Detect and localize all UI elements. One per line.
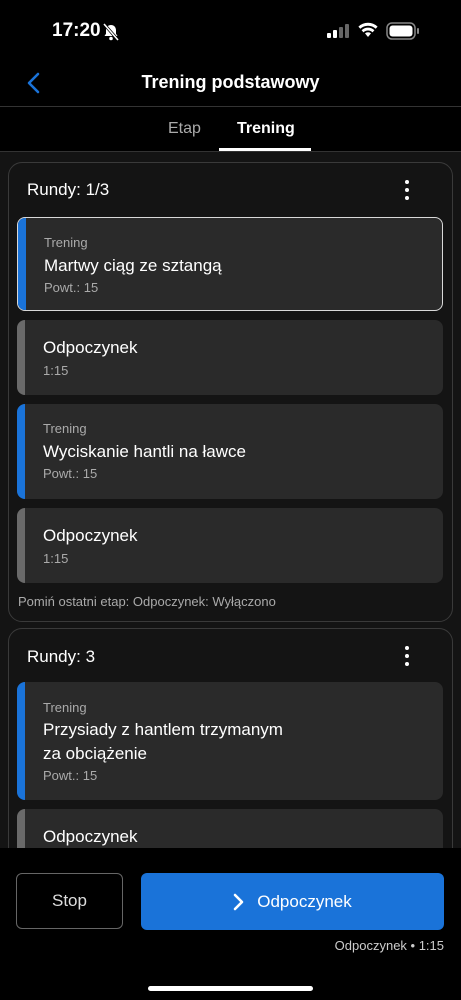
step-type-bar: [17, 508, 25, 583]
bottom-controls: Stop Odpoczynek Odpoczynek • 1:15: [0, 848, 461, 1000]
step-name: Odpoczynek: [43, 526, 138, 545]
step-type-label: Trening: [44, 235, 88, 250]
battery-icon: [386, 22, 419, 40]
step-name-line2: za obciążenie: [43, 744, 147, 763]
active-tab-indicator: [219, 148, 311, 151]
step-card[interactable]: Trening Martwy ciąg ze sztangą Powt.: 15: [17, 217, 443, 311]
step-detail: Powt.: 15: [44, 280, 99, 295]
next-step-button[interactable]: Odpoczynek: [141, 873, 444, 930]
step-type-bar: [17, 682, 25, 800]
step-type-label: Trening: [43, 700, 87, 715]
step-type-label: Trening: [43, 421, 87, 436]
step-type-bar: [17, 809, 25, 848]
next-step-label: Odpoczynek: [257, 891, 352, 911]
step-name: Wyciskanie hantli na ławce: [43, 442, 246, 461]
stop-button[interactable]: Stop: [16, 873, 123, 929]
step-card[interactable]: Trening Przysiady z hantlem trzymanym za…: [17, 682, 443, 800]
step-detail: 1:15: [43, 551, 69, 566]
step-card[interactable]: Odpoczynek 1:15: [17, 508, 443, 583]
status-time: 17:20: [52, 20, 101, 41]
step-name-line1: Przysiady z hantlem trzymanym: [43, 720, 283, 739]
tab-bar: Etap Trening: [0, 107, 461, 152]
tab-etap[interactable]: Etap: [168, 120, 201, 138]
skip-last-step-note: Pomiń ostatni etap: Odpoczynek: Wyłączon…: [18, 594, 276, 609]
next-step-info: Odpoczynek • 1:15: [334, 938, 444, 953]
step-type-bar: [18, 218, 26, 310]
home-indicator: [148, 986, 313, 991]
step-name: Odpoczynek: [43, 827, 138, 846]
more-options-icon[interactable]: [397, 645, 417, 667]
step-card[interactable]: Odpoczynek: [17, 809, 443, 848]
step-detail: Powt.: 15: [43, 768, 98, 783]
step-name: Martwy ciąg ze sztangą: [44, 256, 222, 275]
step-detail: Powt.: 15: [43, 466, 98, 481]
step-detail: 1:15: [43, 363, 69, 378]
page-title: Trening podstawowy: [141, 72, 320, 92]
block-title: Rundy: 3: [27, 647, 96, 666]
signal-icon: [327, 24, 349, 38]
step-card[interactable]: Odpoczynek 1:15: [17, 320, 443, 395]
more-options-icon[interactable]: [397, 179, 417, 201]
step-name: Odpoczynek: [43, 338, 138, 357]
step-card[interactable]: Trening Wyciskanie hantli na ławce Powt.…: [17, 404, 443, 499]
tab-trening[interactable]: Trening: [237, 120, 295, 138]
step-type-bar: [17, 404, 25, 499]
navigation-bar: Trening podstawowy: [0, 62, 461, 107]
bell-muted-icon: [102, 23, 120, 41]
block-title: Rundy: 1/3: [27, 180, 110, 199]
wifi-icon: [358, 22, 378, 37]
status-bar: 17:20: [0, 0, 461, 62]
chevron-right-icon: [233, 893, 244, 910]
workout-step-list[interactable]: Rundy: 1/3 Trening Martwy ciąg ze sztang…: [0, 152, 461, 848]
step-type-bar: [17, 320, 25, 395]
